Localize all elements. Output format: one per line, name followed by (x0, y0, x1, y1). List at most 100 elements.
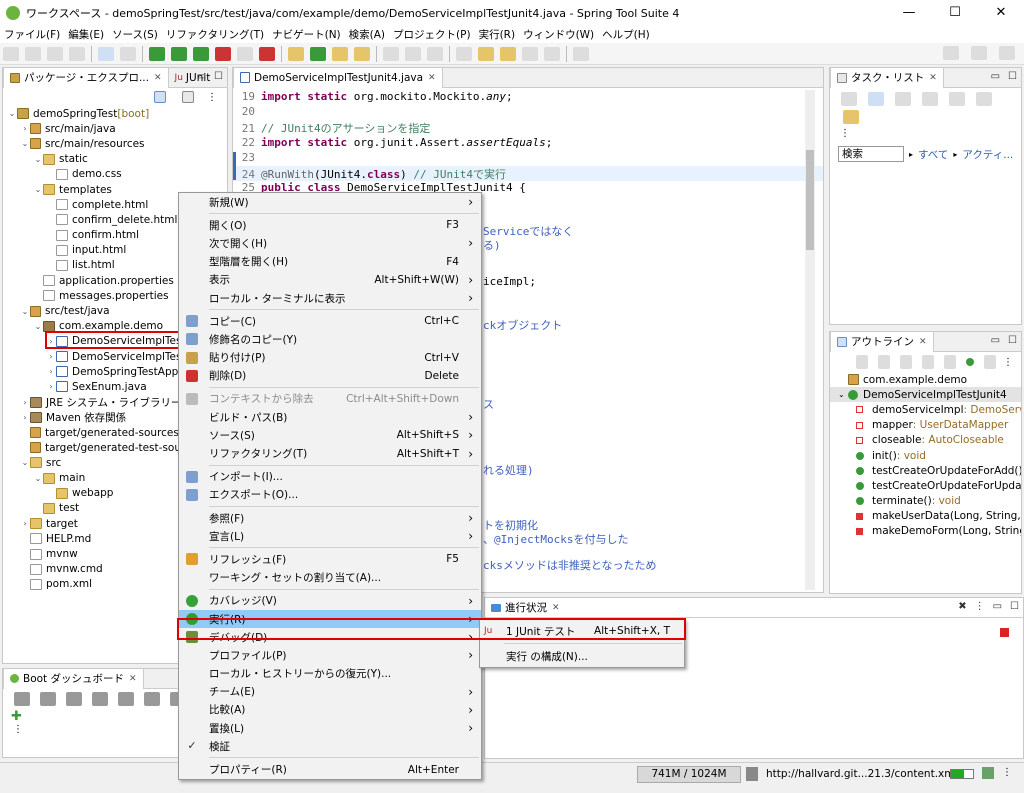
context-menu-item[interactable]: ローカル・ヒストリーからの復元(Y)... (179, 665, 481, 683)
toolbar-icon-0[interactable] (3, 46, 19, 61)
menu-1[interactable]: 編集(E) (64, 27, 108, 42)
view-menu-icon[interactable]: ⋮ (830, 128, 1021, 144)
categorized-icon[interactable] (868, 92, 884, 106)
hide-completed-icon[interactable] (922, 92, 938, 106)
context-menu-item[interactable]: 貼り付け(P) Ctrl+V (179, 349, 481, 367)
toolbar-icon-30[interactable] (573, 46, 589, 61)
outline-item[interactable]: demoServiceImpl : DemoServic (830, 402, 1021, 417)
context-menu-item[interactable]: ソース(S) Alt+Shift+S › (179, 426, 481, 444)
expand-icon[interactable]: ⌄ (838, 390, 848, 399)
tree-item[interactable]: ⌄ src/main/resources (7, 136, 227, 151)
sort-icon[interactable] (878, 355, 890, 369)
context-menu-item[interactable]: 次で開く(H) › (179, 234, 481, 252)
view-menu-icon[interactable]: ⋮ (207, 92, 217, 103)
expand-icon[interactable]: › (46, 352, 56, 361)
menu-9[interactable]: ヘルプ(H) (598, 27, 654, 42)
outline-item[interactable]: testCreateOrUpdateForUpdate (830, 478, 1021, 493)
toolbar-icon-13[interactable] (259, 46, 275, 61)
context-menu-item[interactable]: チーム(E) › (179, 683, 481, 701)
toolbar-icon-20[interactable] (383, 46, 399, 61)
context-menu-item[interactable]: リフレッシュ(F) F5 (179, 550, 481, 568)
hide-nonpublic-icon[interactable] (944, 355, 956, 369)
toolbar-icon-27[interactable] (522, 46, 538, 61)
context-menu-item[interactable]: 置換(L) › (179, 719, 481, 737)
toolbar-icon-24[interactable] (456, 46, 472, 61)
hide-local-icon[interactable] (984, 355, 996, 369)
context-menu-item[interactable]: プロパティー(R) Alt+Enter (179, 760, 481, 778)
remove-all-icon[interactable]: ✖ (958, 601, 966, 612)
expand-icon[interactable]: › (20, 413, 30, 422)
toolbar-icon-21[interactable] (405, 46, 421, 61)
new-task-icon[interactable] (841, 92, 857, 106)
context-menu-item[interactable]: 宣言(L) › (179, 527, 481, 545)
expand-icon[interactable]: › (20, 398, 30, 407)
context-menu-item[interactable]: 削除(D) Delete (179, 367, 481, 385)
collapse-all-icon[interactable] (154, 91, 166, 103)
link-editor-icon[interactable] (182, 91, 194, 103)
context-menu-item[interactable]: エクスポート(O)... (179, 486, 481, 504)
context-menu-item[interactable]: ビルド・パス(B) › (179, 408, 481, 426)
context-menu-item[interactable]: 比較(A) › (179, 701, 481, 719)
close-icon[interactable]: ✕ (154, 73, 162, 83)
maximize-icon[interactable]: ☐ (214, 71, 223, 82)
minimize-icon[interactable]: ▭ (991, 335, 1000, 346)
outline-item[interactable]: testCreateOrUpdateForAdd() : (830, 463, 1021, 478)
expand-icon[interactable]: › (20, 519, 30, 528)
maximize-icon[interactable]: ☐ (1008, 335, 1017, 346)
progress-icon[interactable] (982, 767, 994, 779)
context-menu-item[interactable]: コピー(C) Ctrl+C (179, 312, 481, 330)
minimize-icon[interactable]: ▭ (991, 71, 1000, 82)
view-menu-icon[interactable]: ⋮ (1003, 357, 1013, 368)
menu-2[interactable]: ソース(S) (108, 27, 162, 42)
expand-icon[interactable]: ⌄ (33, 474, 43, 483)
gc-icon[interactable] (746, 767, 758, 781)
toolbar-icon-28[interactable] (544, 46, 560, 61)
toolbar-icon-10[interactable] (193, 46, 209, 61)
outline-item[interactable]: init() : void (830, 448, 1021, 463)
all-link[interactable]: すべて (918, 147, 948, 162)
expand-icon[interactable]: › (20, 124, 30, 133)
context-menu-item[interactable]: ✓ 検証 (179, 737, 481, 755)
sync-icon[interactable] (976, 92, 992, 106)
toolbar-icon-8[interactable] (149, 46, 165, 61)
expand-icon[interactable]: ⌄ (33, 155, 43, 164)
toolbar-icon-2[interactable] (47, 46, 63, 61)
heap-status[interactable]: 741M / 1024M (637, 766, 741, 783)
tab-editor-file[interactable]: DemoServiceImplTestJunit4.java ✕ (233, 68, 443, 88)
tab-progress[interactable]: 進行状況 ✕ (485, 598, 566, 618)
context-menu-item[interactable]: プロファイル(P) › (179, 646, 481, 664)
settings-icon[interactable] (144, 692, 160, 706)
stop-icon[interactable] (66, 692, 82, 706)
context-menu-item[interactable]: カバレッジ(V) › (179, 592, 481, 610)
open-console-icon[interactable] (118, 692, 134, 706)
menu-5[interactable]: 検索(A) (345, 27, 389, 42)
debug-icon[interactable] (40, 692, 56, 706)
toolbar-icon-5[interactable] (98, 46, 114, 61)
toolbar-icon-12[interactable] (237, 46, 253, 61)
tree-item[interactable]: ⌄ demoSpringTest [boot] (7, 106, 227, 121)
expand-icon[interactable]: ⌄ (7, 109, 17, 118)
close-button[interactable]: ✕ (978, 0, 1024, 25)
open-perspective-icon[interactable] (943, 46, 959, 60)
menu-6[interactable]: プロジェクト(P) (389, 27, 475, 42)
toolbar-icon-9[interactable] (171, 46, 187, 61)
view-menu-icon[interactable]: ⋮ (975, 601, 985, 612)
context-menu-item[interactable]: 修飾名のコピー(Y) (179, 330, 481, 348)
outline-item[interactable]: makeUserData(Long, String, Lo (830, 509, 1021, 524)
toolbar-icon-15[interactable] (288, 46, 304, 61)
scheduled-icon[interactable] (895, 92, 911, 106)
hide-fields-icon[interactable] (900, 355, 912, 369)
submenu-item[interactable]: 実行 の構成(N)... (480, 647, 684, 665)
toolbar-icon-22[interactable] (427, 46, 443, 61)
code-area[interactable]: 19 import static org.mockito.Mockito.any;… (233, 88, 823, 196)
hide-static-icon[interactable] (922, 355, 934, 369)
menu-0[interactable]: ファイル(F) (0, 27, 64, 42)
expand-icon[interactable]: ⌄ (20, 139, 30, 148)
public-filter-icon[interactable] (966, 358, 974, 366)
maximize-icon[interactable]: ☐ (1008, 71, 1017, 82)
toolbar-icon-1[interactable] (25, 46, 41, 61)
menu-4[interactable]: ナビゲート(N) (268, 27, 345, 42)
outline-item[interactable]: makeDemoForm(Long, String, (830, 524, 1021, 539)
toolbar-icon-18[interactable] (354, 46, 370, 61)
menu-7[interactable]: 実行(R) (475, 27, 520, 42)
